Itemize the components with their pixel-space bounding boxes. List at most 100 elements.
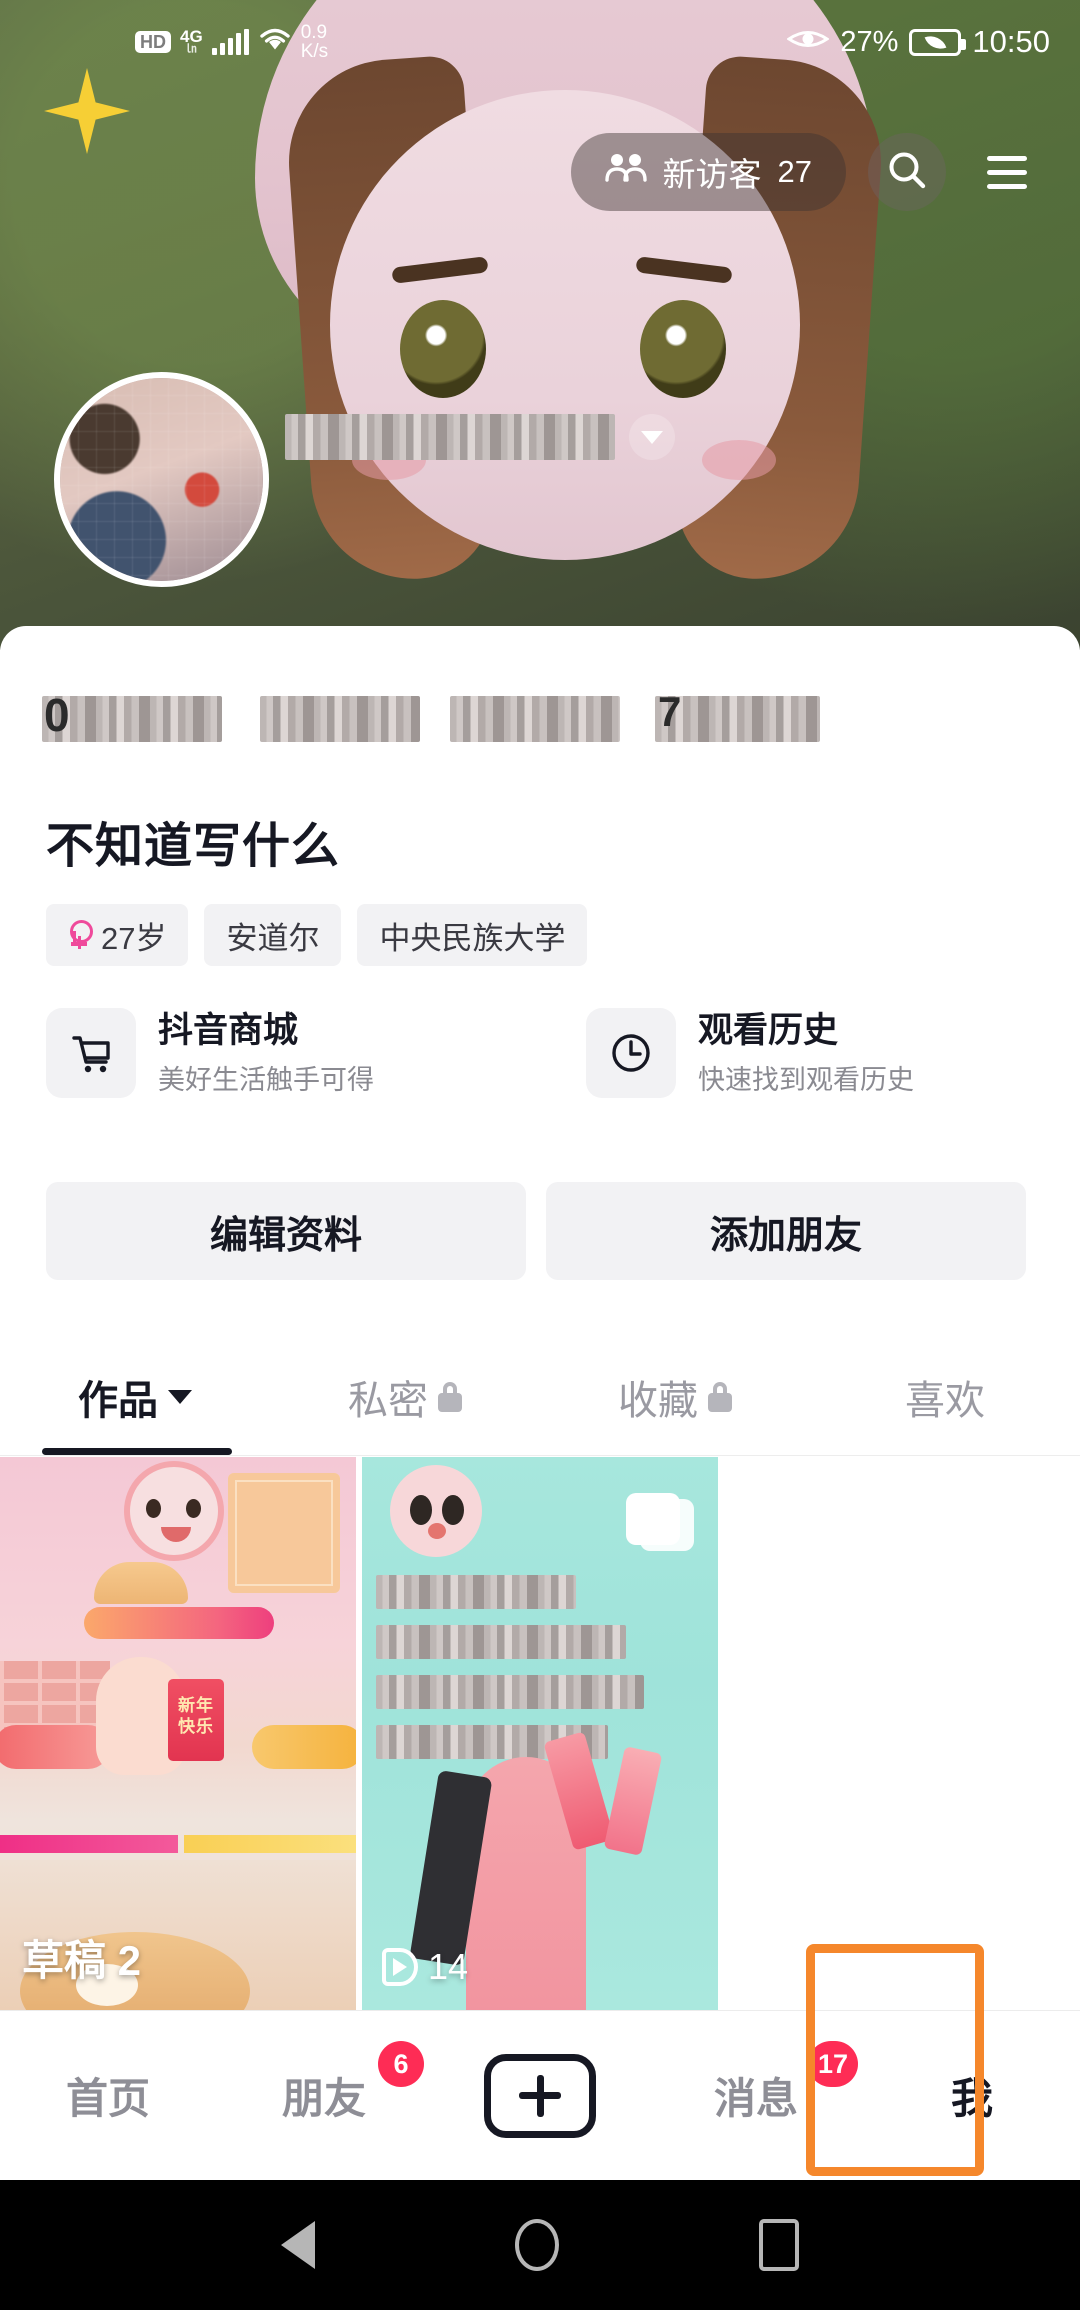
clock: 10:50 (972, 24, 1050, 59)
tab-favorites-label: 收藏 (618, 1378, 698, 1423)
nav-messages[interactable]: 消息 17 (648, 2011, 864, 2180)
profile-stats-row[interactable]: 0 7 (0, 682, 1080, 758)
profile-tags: 27岁 安道尔 中央民族大学 (46, 904, 588, 966)
header-actions: 新访客 27 (0, 122, 1080, 222)
recents-square-icon[interactable] (759, 2219, 799, 2271)
banner-character-eye-right (640, 300, 726, 398)
tag-age-label: 27岁 (101, 920, 167, 956)
thumb-character-eye-left (146, 1499, 161, 1518)
network-speed: 0.9 K/s (300, 21, 329, 62)
search-button[interactable] (868, 133, 946, 211)
stat-glyph-last: 7 (658, 688, 684, 735)
nav-create[interactable] (432, 2011, 648, 2180)
thumb-strip-yellow (184, 1835, 356, 1853)
thumb-arm-left (0, 1725, 110, 1769)
nav-messages-badge: 17 (808, 2041, 859, 2087)
new-visitors-button[interactable]: 新访客 27 (570, 133, 846, 211)
shortcut-mall-text: 抖音商城 美好生活触手可得 (158, 1009, 374, 1098)
clock-icon (586, 1008, 676, 1098)
new-visitors-count: 27 (777, 154, 812, 189)
active-tab-underline (42, 1448, 232, 1455)
add-friend-button[interactable]: 添加朋友 (546, 1182, 1026, 1280)
profile-avatar[interactable] (54, 372, 269, 587)
stat-masked-2 (260, 696, 420, 742)
thumb-gradient-bar (84, 1607, 274, 1639)
shortcut-history-text: 观看历史 快速找到观看历史 (698, 1009, 914, 1098)
grid-item-draft[interactable]: 新年 快乐 草稿 2 (0, 1457, 356, 2010)
username-dropdown-button[interactable] (629, 414, 675, 460)
tag-location-label: 安道尔 (226, 920, 320, 956)
plus-icon (484, 2053, 596, 2138)
thumb-text-masked (376, 1575, 646, 1775)
thumb-red-envelope: 新年 快乐 (168, 1679, 224, 1761)
play-count-label: 14 (428, 1946, 469, 1987)
home-circle-icon[interactable] (515, 2219, 559, 2271)
video-play-count: 14 (382, 1946, 468, 1988)
thumb-steamer-basket (94, 1562, 188, 1604)
hamburger-menu-button[interactable] (968, 133, 1046, 211)
tab-likes[interactable]: 喜欢 (810, 1368, 1080, 1426)
shortcut-mall[interactable]: 抖音商城 美好生活触手可得 (46, 1008, 528, 1098)
eye-icon (786, 26, 831, 59)
tab-private-label: 私密 (348, 1378, 428, 1423)
shortcut-history-subtitle: 快速找到观看历史 (698, 1065, 914, 1096)
signal-bars-icon (211, 29, 249, 55)
battery-percent: 27% (840, 25, 899, 58)
nav-me-label: 我 (950, 2075, 993, 2122)
tab-likes-label: 喜欢 (905, 1378, 985, 1423)
edit-profile-button[interactable]: 编辑资料 (46, 1182, 526, 1280)
status-bar: HD 4G ㏑ 0.9 K/s 27% 10:50 (0, 0, 1080, 84)
stat-masked-3 (450, 696, 620, 742)
nav-me[interactable]: 我 (864, 2011, 1080, 2180)
tag-school-label: 中央民族大学 (379, 920, 566, 956)
play-icon (382, 1948, 418, 1986)
banner-character-eye-left (400, 300, 486, 398)
nav-friends-label: 朋友 (281, 2075, 366, 2122)
new-visitors-label: 新访客 (662, 156, 762, 193)
thumb-arm-right (252, 1725, 356, 1769)
chevron-down-icon (641, 430, 663, 444)
username-row[interactable] (285, 398, 745, 476)
lock-icon (438, 1381, 462, 1412)
bottom-navigation: 首页 朋友 6 消息 17 我 (0, 2010, 1080, 2180)
tab-works[interactable]: 作品 (0, 1368, 270, 1426)
tab-works-label: 作品 (78, 1378, 158, 1423)
avatar-image-masked (60, 378, 263, 581)
content-tabs: 作品 私密 收藏 喜欢 (0, 1338, 1080, 1456)
tag-school[interactable]: 中央民族大学 (357, 904, 588, 966)
tag-location[interactable]: 安道尔 (204, 904, 342, 966)
stat-glyph-first: 0 (44, 689, 72, 741)
network-type-icon: 4G ㏑ (180, 27, 203, 55)
shortcut-mall-subtitle: 美好生活触手可得 (158, 1065, 374, 1096)
shortcut-history-title: 观看历史 (698, 1010, 839, 1050)
hd-icon: HD (135, 31, 171, 53)
female-gender-icon (68, 920, 93, 950)
tab-private[interactable]: 私密 (270, 1368, 540, 1426)
profile-bio[interactable]: 不知道写什么 (46, 806, 340, 876)
status-bar-left: HD 4G ㏑ 0.9 K/s (135, 21, 329, 62)
thumb-cards-decoration (626, 1493, 694, 1551)
shortcut-history[interactable]: 观看历史 快速找到观看历史 (586, 1008, 1068, 1098)
shopping-cart-icon (46, 1008, 136, 1098)
grid-item-video[interactable]: 14 (362, 1457, 718, 2010)
tab-favorites[interactable]: 收藏 (540, 1368, 810, 1426)
chevron-down-icon (168, 1389, 192, 1404)
draft-count-label: 草稿 2 (22, 1937, 142, 1984)
search-icon (886, 149, 928, 196)
nav-friends[interactable]: 朋友 6 (216, 2011, 432, 2180)
status-bar-right: 27% 10:50 (786, 24, 1050, 60)
thumb-character-head (124, 1461, 224, 1561)
profile-sheet: 0 7 不知道写什么 27岁 安道尔 中央民族大学 抖音商城 美好生活触手可得 … (0, 626, 1080, 2010)
profile-action-buttons: 编辑资料 添加朋友 (46, 1182, 1026, 1280)
back-triangle-icon[interactable] (281, 2221, 315, 2269)
shortcut-mall-title: 抖音商城 (158, 1010, 299, 1050)
username-masked (285, 414, 615, 460)
thumb-strip-pink (0, 1835, 178, 1853)
tag-age[interactable]: 27岁 (46, 904, 189, 966)
thumb-character-eye-right (186, 1499, 201, 1518)
wifi-icon (258, 26, 292, 59)
video-grid: 新年 快乐 草稿 2 14 (0, 1457, 1080, 2010)
shortcut-cards: 抖音商城 美好生活触手可得 观看历史 快速找到观看历史 (46, 1008, 1068, 1098)
nav-home-label: 首页 (65, 2075, 150, 2122)
nav-home[interactable]: 首页 (0, 2011, 216, 2180)
